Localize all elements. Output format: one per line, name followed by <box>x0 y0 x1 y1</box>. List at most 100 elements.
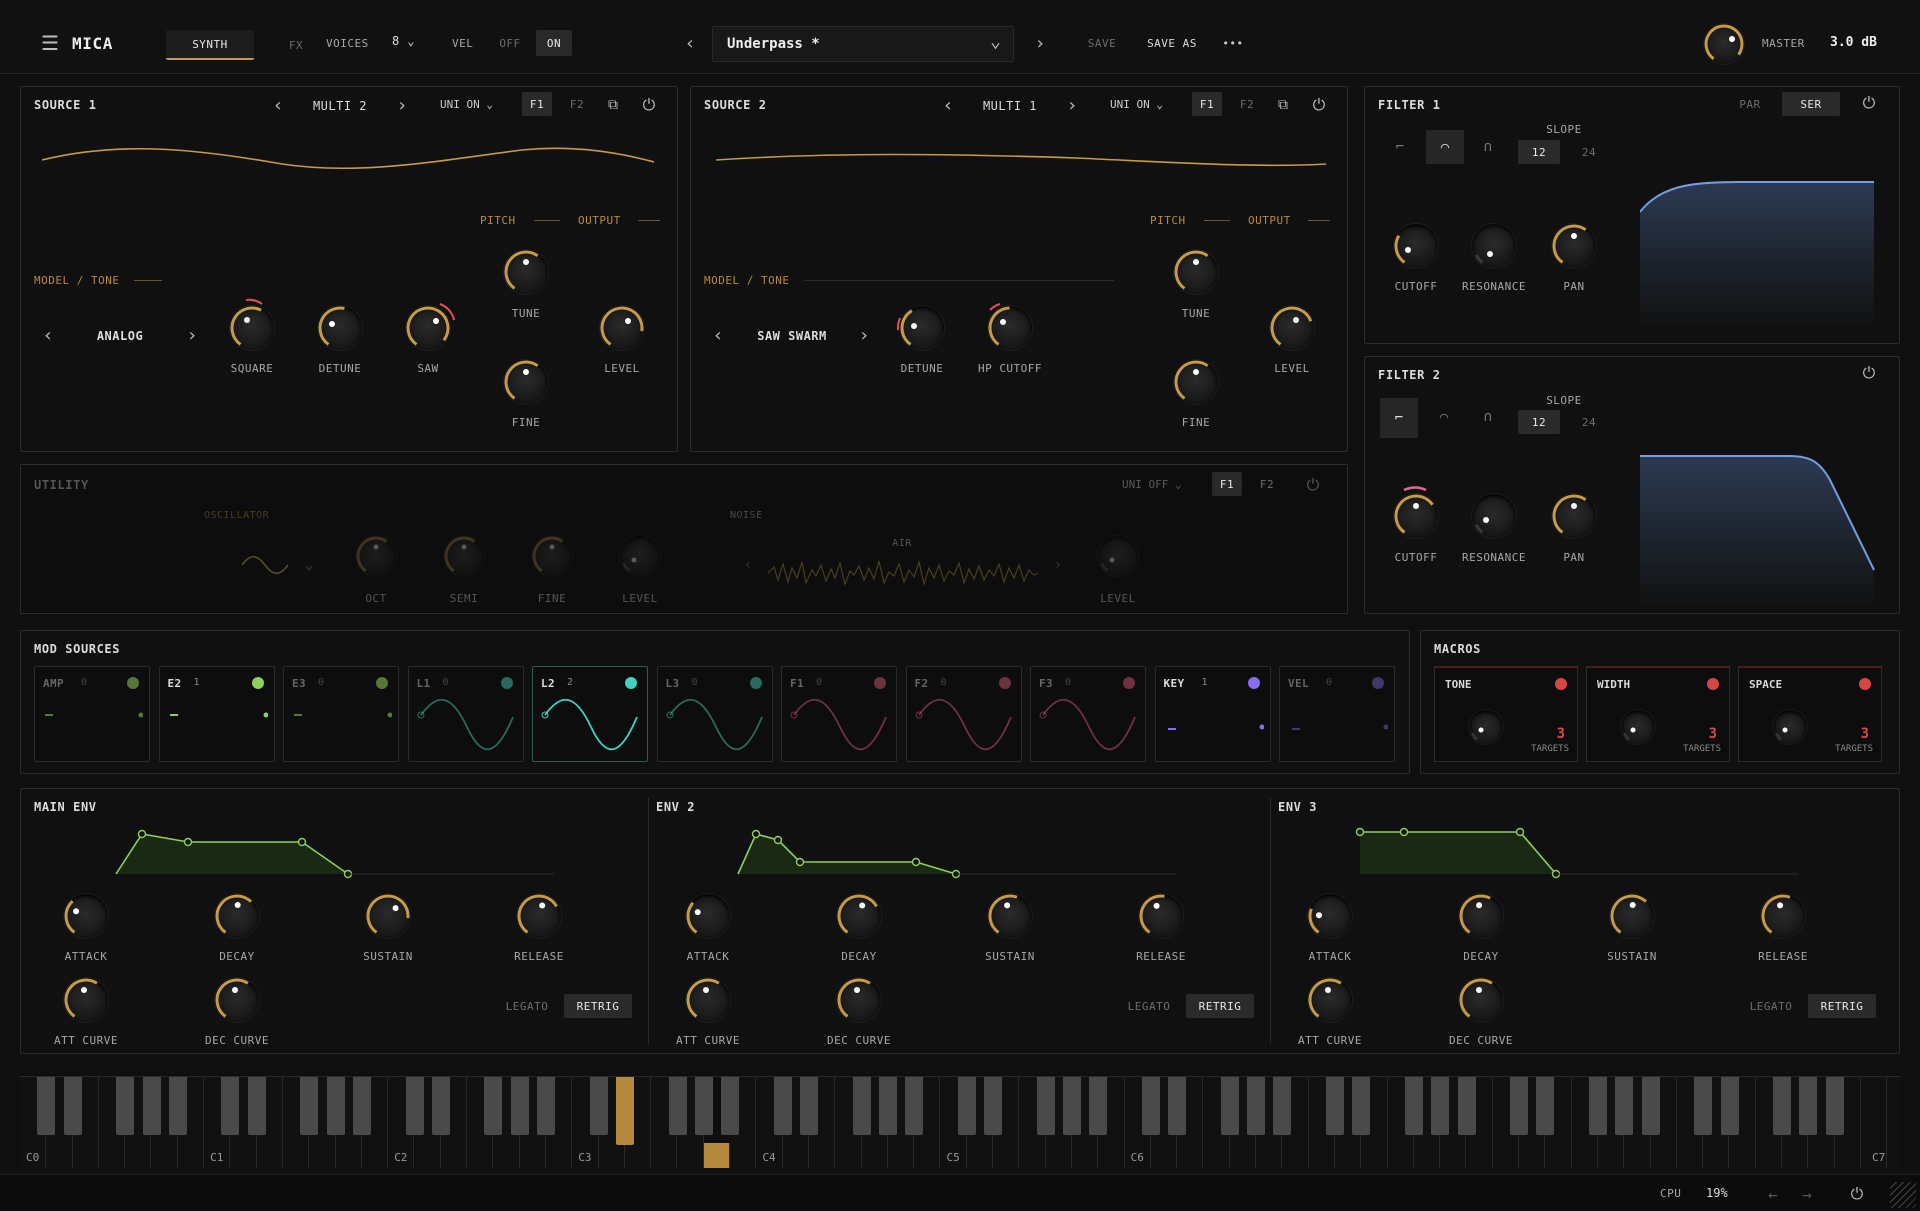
power-icon[interactable]: ⏻ <box>638 94 660 116</box>
sine-wave-icon[interactable] <box>242 554 288 576</box>
black-key[interactable] <box>1510 1077 1529 1135</box>
detune-knob[interactable] <box>318 306 362 350</box>
black-key[interactable] <box>142 1077 161 1135</box>
mod-source-f2[interactable]: F2 0 <box>905 666 1022 762</box>
mod-source-vel[interactable]: VEL 0 <box>1279 666 1395 762</box>
black-key[interactable] <box>300 1077 319 1135</box>
mod-source-dot[interactable] <box>376 677 388 689</box>
mod-source-key[interactable]: KEY 1 <box>1154 666 1271 762</box>
resonance-knob[interactable] <box>1472 494 1516 538</box>
saw-knob[interactable] <box>406 303 455 350</box>
resonance-knob[interactable] <box>1472 224 1516 268</box>
source2-f2-button[interactable]: F2 <box>1232 92 1262 116</box>
master-knob[interactable] <box>1704 24 1744 64</box>
power-icon[interactable]: ⏻ <box>1858 92 1880 114</box>
save-button[interactable]: SAVE <box>1080 30 1124 56</box>
mod-source-l2[interactable]: L2 2 <box>532 666 648 762</box>
black-key[interactable] <box>1141 1077 1160 1135</box>
black-key[interactable] <box>957 1077 976 1135</box>
black-key[interactable] <box>247 1077 266 1135</box>
black-key[interactable] <box>668 1077 687 1135</box>
black-key[interactable] <box>116 1077 135 1135</box>
black-key[interactable] <box>537 1077 555 1135</box>
redo-icon[interactable]: → <box>1796 1184 1818 1204</box>
black-key[interactable] <box>615 1077 634 1145</box>
black-key[interactable] <box>1168 1077 1187 1135</box>
macro-space[interactable]: SPACE 3 TARGETS <box>1738 666 1882 762</box>
power-icon[interactable]: ⏻ <box>1858 362 1880 384</box>
white-key[interactable] <box>1887 1077 1900 1168</box>
mod-source-dot[interactable] <box>251 677 264 689</box>
black-key[interactable] <box>1404 1077 1423 1135</box>
black-key[interactable] <box>431 1077 450 1135</box>
power-icon[interactable]: ⏻ <box>1302 474 1324 496</box>
dec-curve-knob[interactable] <box>215 978 259 1022</box>
fine-knob[interactable] <box>532 536 572 576</box>
mod-source-e2[interactable]: E2 1 <box>158 666 275 762</box>
bandpass-icon[interactable]: ⌒ <box>1426 130 1464 164</box>
legato-button[interactable]: LEGATO <box>1122 994 1176 1018</box>
filter1-slope-12[interactable]: 12 <box>1518 140 1560 164</box>
noise-level-knob[interactable] <box>1098 536 1138 576</box>
attack-knob[interactable] <box>64 894 108 938</box>
black-key[interactable] <box>1694 1077 1713 1135</box>
black-key[interactable] <box>326 1077 345 1135</box>
retrig-button[interactable]: RETRIG <box>564 994 632 1018</box>
level-knob[interactable] <box>620 536 660 576</box>
pan-knob[interactable] <box>1552 224 1596 268</box>
level-knob[interactable] <box>600 306 644 350</box>
attack-knob[interactable] <box>1308 894 1352 938</box>
att-curve-knob[interactable] <box>64 978 108 1022</box>
power-icon[interactable]: ⏻ <box>1308 94 1330 116</box>
mod-source-l3[interactable]: L3 0 <box>656 666 773 762</box>
black-key[interactable] <box>221 1077 240 1135</box>
attack-knob[interactable] <box>686 894 730 938</box>
source1-model-next-icon[interactable]: › <box>182 324 202 346</box>
mod-source-f1[interactable]: F1 0 <box>781 666 897 762</box>
undo-icon[interactable]: ← <box>1762 1184 1784 1204</box>
black-key[interactable] <box>37 1077 56 1135</box>
preset-select[interactable]: Underpass * ⌄ <box>712 26 1014 62</box>
oct-knob[interactable] <box>356 536 396 576</box>
source1-model-prev-icon[interactable]: ‹ <box>38 324 58 346</box>
prev-preset-icon[interactable]: ‹ <box>680 32 700 54</box>
mod-source-dot[interactable] <box>998 677 1011 689</box>
utility-f2-button[interactable]: F2 <box>1252 472 1282 496</box>
black-key[interactable] <box>168 1077 187 1135</box>
legato-button[interactable]: LEGATO <box>1744 994 1798 1018</box>
filter2-slope-24[interactable]: 24 <box>1570 410 1608 434</box>
tab-fx[interactable]: FX <box>274 30 318 60</box>
black-key[interactable] <box>905 1077 924 1135</box>
black-key[interactable] <box>1247 1077 1266 1135</box>
source1-next-wave-icon[interactable]: › <box>392 94 412 116</box>
release-knob[interactable] <box>1139 894 1183 938</box>
black-key[interactable] <box>1273 1077 1292 1135</box>
black-key[interactable] <box>1431 1077 1450 1135</box>
pan-knob[interactable] <box>1552 494 1596 538</box>
highpass-icon[interactable]: ∩ <box>1470 402 1506 432</box>
macro-width[interactable]: WIDTH 3 TARGETS <box>1586 666 1730 762</box>
black-key[interactable] <box>484 1077 503 1135</box>
macro-tone[interactable]: TONE 3 TARGETS <box>1434 666 1578 762</box>
mod-source-dot[interactable] <box>1372 677 1384 689</box>
mod-source-dot[interactable] <box>625 677 637 689</box>
source1-prev-wave-icon[interactable]: ‹ <box>268 94 288 116</box>
black-key[interactable] <box>800 1077 818 1135</box>
black-key[interactable] <box>1352 1077 1371 1135</box>
sustain-knob[interactable] <box>366 894 410 938</box>
highpass-icon[interactable]: ∩ <box>1470 132 1506 162</box>
utility-f1-button[interactable]: F1 <box>1212 472 1242 496</box>
bandpass-icon[interactable]: ⌒ <box>1426 402 1462 432</box>
source1-uni-select[interactable]: UNI ON ⌄ <box>440 98 493 111</box>
vel-off-button[interactable]: OFF <box>494 30 526 56</box>
legato-button[interactable]: LEGATO <box>500 994 554 1018</box>
att-curve-knob[interactable] <box>1308 978 1352 1022</box>
black-key[interactable] <box>1220 1077 1239 1135</box>
lowpass-icon[interactable]: ⌐ <box>1382 132 1418 162</box>
save-as-button[interactable]: SAVE AS <box>1138 30 1206 56</box>
black-key[interactable] <box>1825 1077 1844 1135</box>
black-key[interactable] <box>1589 1077 1607 1135</box>
retrig-button[interactable]: RETRIG <box>1186 994 1254 1018</box>
noise-next-icon[interactable]: › <box>1050 556 1066 574</box>
black-key[interactable] <box>1641 1077 1660 1135</box>
